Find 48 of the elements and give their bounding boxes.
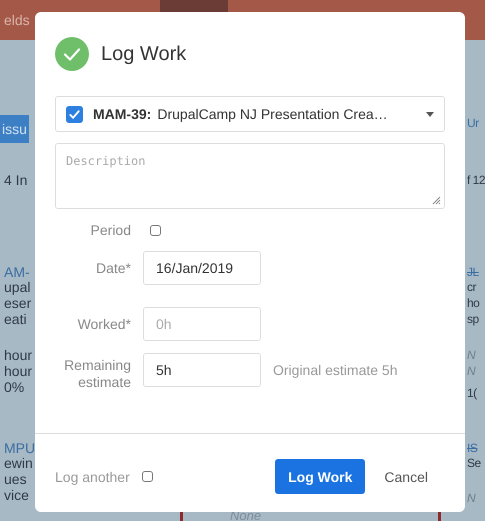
background-text: sp	[467, 311, 480, 327]
background-text: ho	[467, 295, 480, 311]
log-another-checkbox[interactable]	[142, 471, 153, 482]
check-circle-icon	[55, 37, 89, 71]
resize-handle-icon[interactable]	[431, 195, 441, 205]
issue-summary: DrupalCamp NJ Presentation Crea…	[157, 106, 389, 122]
background-text: f 12	[467, 172, 485, 188]
background-text[interactable]: Ur	[467, 115, 479, 131]
background-text: 4 In	[4, 172, 28, 188]
background-text: vice	[4, 487, 30, 503]
description-field[interactable]: Description	[55, 143, 445, 209]
date-field[interactable]: 16/Jan/2019	[143, 251, 261, 285]
background-text: N	[467, 347, 476, 363]
dialog-title: Log Work	[101, 42, 186, 66]
checkbox[interactable]	[66, 106, 83, 122]
field-label: Remaining estimate	[63, 357, 131, 391]
background-text: upal	[4, 279, 32, 295]
worked-field[interactable]: 0h	[143, 307, 261, 341]
background-button[interactable]: issu	[0, 115, 29, 143]
background-text: ues	[4, 471, 28, 487]
background-text: 1(	[467, 385, 477, 401]
header-text: elds	[4, 12, 30, 28]
background-text[interactable]: MPU	[4, 440, 36, 456]
field-label: Period	[90, 222, 131, 238]
background-text: eati	[4, 311, 28, 327]
field-label: Date*	[94, 260, 131, 276]
background-text: eser	[4, 295, 32, 311]
background-text: 0%	[4, 379, 26, 395]
field-label: Worked*	[76, 316, 131, 332]
log-another-label: Log another	[55, 468, 130, 484]
caret-icon	[426, 112, 434, 116]
background-text: hour	[4, 363, 32, 379]
estimate-note: Original estimate 5h	[273, 362, 398, 378]
background-text[interactable]: AM-	[4, 264, 30, 280]
background-text: cr	[467, 279, 478, 295]
cancel-button[interactable]: Cancel	[371, 459, 441, 494]
background-text: JL	[467, 264, 479, 280]
remaining-field[interactable]: 5h	[143, 353, 261, 387]
issue-key: MAM-39:	[93, 106, 152, 122]
background-text: ewin	[4, 455, 33, 471]
background-text: Se	[467, 455, 481, 471]
background-text: N	[467, 490, 476, 506]
issue-select[interactable]: MAM-39: DrupalCamp NJ Presentation Crea…	[55, 96, 445, 132]
background-text: IS	[467, 440, 478, 456]
background-text: hour	[4, 347, 32, 363]
log-work-button[interactable]: Log Work	[275, 459, 366, 494]
period-checkbox[interactable]	[150, 224, 161, 236]
background-text: N	[467, 363, 476, 379]
